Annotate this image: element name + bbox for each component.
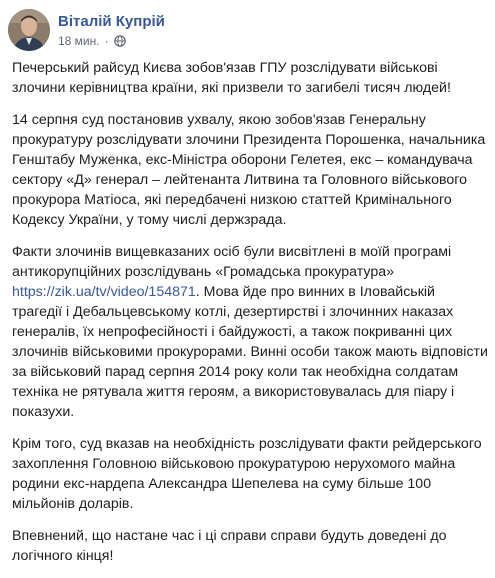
post-meta: Віталій Купрій 18 мин. ·	[58, 13, 165, 48]
post-paragraph-2: 14 серпня суд постановив ухвалу, якою зо…	[12, 112, 486, 228]
separator-dot: ·	[104, 33, 109, 48]
post-paragraph-1: Печерський райсуд Києва зобов'язав ГПУ р…	[12, 60, 451, 96]
facebook-post: Віталій Купрій 18 мин. · Печерський райс…	[0, 0, 495, 564]
author-name-link[interactable]: Віталій Купрій	[58, 13, 165, 31]
post-timestamp[interactable]: 18 мин.	[58, 34, 100, 48]
paragraph-3-text-before: Факти злочинів вищевказаних осіб були ви…	[12, 244, 452, 280]
video-link[interactable]: https://zik.ua/tv/video/154871	[12, 284, 196, 300]
author-avatar[interactable]	[8, 9, 50, 51]
paragraph-3-text-after: . Мова йде про винних в Іловайській траг…	[12, 284, 488, 420]
post-body: Печерський райсуд Києва зобов'язав ГПУ р…	[12, 58, 488, 578]
avatar-photo-icon	[8, 9, 50, 51]
globe-icon[interactable]	[113, 34, 126, 47]
post-header: Віталій Купрій 18 мин. ·	[8, 8, 165, 52]
post-paragraph-3: Факти злочинів вищевказаних осіб були ви…	[12, 242, 488, 422]
post-paragraph-5: Впевнений, що настане час і ці справи сп…	[12, 528, 447, 564]
timestamp-row: 18 мин. ·	[58, 34, 165, 48]
post-paragraph-4: Крім того, суд вказав на необхідність ро…	[12, 436, 482, 512]
